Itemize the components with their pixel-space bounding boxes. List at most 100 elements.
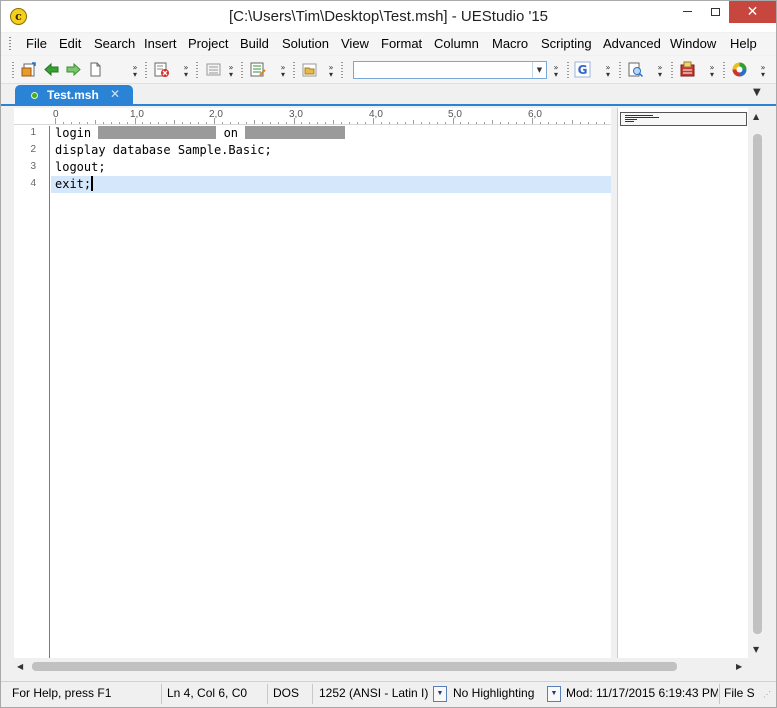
highlighting-dropdown-button[interactable]: ▼: [547, 686, 561, 702]
menu-edit[interactable]: Edit: [59, 36, 81, 51]
toolbar-overflow-9[interactable]: » ▾: [708, 64, 716, 79]
ruler-tick: [142, 122, 144, 124]
list-icon[interactable]: [205, 61, 222, 78]
menu-project[interactable]: Project: [188, 36, 228, 51]
horizontal-scroll-thumb[interactable]: [32, 662, 677, 671]
vertical-scroll-thumb[interactable]: [753, 134, 762, 634]
toolbar-grip-handle-9[interactable]: [671, 62, 673, 78]
code-editor[interactable]: 0 1,0 2,0 3,0 4,0 5,0 6,0 1 2 3 4 login …: [14, 108, 611, 658]
document-search-icon[interactable]: [627, 61, 644, 78]
toolbar-overflow-4[interactable]: » ▾: [279, 64, 287, 79]
toolbar-overflow-2[interactable]: » ▾: [182, 64, 190, 79]
settings-box-icon[interactable]: [679, 61, 696, 78]
ruler-tick: [309, 122, 311, 124]
tab-list-dropdown-icon[interactable]: ▼: [753, 87, 761, 98]
find-combo-dropdown-button[interactable]: ▼: [532, 62, 546, 78]
code-line-3[interactable]: logout;: [55, 159, 106, 176]
menu-window[interactable]: Window: [670, 36, 716, 51]
ruler-tick: [563, 122, 565, 124]
document-map-preview[interactable]: [620, 112, 747, 126]
line-number-gutter[interactable]: 1 2 3 4: [14, 126, 50, 658]
minimize-button[interactable]: [673, 1, 701, 23]
menu-macro[interactable]: Macro: [492, 36, 528, 51]
toolbar-grip-handle-5[interactable]: [293, 62, 295, 78]
toolbar-grip-handle-6[interactable]: [341, 62, 343, 78]
ruler-tick: [70, 122, 72, 124]
encoding-dropdown-button[interactable]: ▼: [433, 686, 447, 702]
scroll-right-icon[interactable]: ▶: [736, 662, 742, 671]
status-modified-date: Mod: 11/17/2015 6:19:43 PM: [566, 686, 718, 700]
menu-solution[interactable]: Solution: [282, 36, 329, 51]
ruler-label: 5,0: [448, 109, 462, 120]
back-arrow-icon[interactable]: [43, 61, 60, 78]
status-highlighting[interactable]: No Highlighting: [453, 686, 545, 700]
menu-format[interactable]: Format: [381, 36, 422, 51]
find-combo-box[interactable]: ▼: [353, 61, 547, 79]
ruler-tick: [595, 122, 597, 124]
main-toolbar: » ▾ » ▾ » ▾ » ▾ » ▾ ▼ » ▾ G » ▾ » ▾ » ▾ …: [1, 56, 776, 84]
toolbar-overflow-8[interactable]: » ▾: [656, 64, 664, 79]
menu-advanced[interactable]: Advanced: [603, 36, 661, 51]
toolbar-grip-handle-7[interactable]: [567, 62, 569, 78]
google-icon[interactable]: G: [574, 61, 591, 78]
menu-help[interactable]: Help: [730, 36, 757, 51]
menu-insert[interactable]: Insert: [144, 36, 177, 51]
ruler-tick: [198, 122, 200, 124]
ruler-tick: [277, 122, 279, 124]
menu-scripting[interactable]: Scripting: [541, 36, 592, 51]
toolbar-overflow-1[interactable]: » ▾: [131, 64, 139, 79]
menu-build[interactable]: Build: [240, 36, 269, 51]
scroll-up-icon[interactable]: ▲: [753, 112, 759, 121]
menu-view[interactable]: View: [341, 36, 369, 51]
scroll-down-icon[interactable]: ▼: [753, 645, 759, 654]
document-map-pane[interactable]: [617, 108, 748, 658]
status-cursor-position[interactable]: Ln 4, Col 6, C0: [167, 686, 265, 700]
maximize-button[interactable]: [701, 1, 729, 23]
toolbar-grip-handle-3[interactable]: [196, 62, 198, 78]
tab-close-icon[interactable]: ✕: [110, 87, 120, 101]
tab-test-msh[interactable]: Test.msh ✕: [15, 85, 133, 106]
toolbar-overflow-3[interactable]: » ▾: [227, 64, 235, 79]
ruler-tick: [126, 122, 128, 124]
close-file-icon[interactable]: [153, 61, 170, 78]
status-help: For Help, press F1: [12, 686, 112, 700]
ruler-tick: [253, 120, 255, 124]
menu-search[interactable]: Search: [94, 36, 135, 51]
ruler-tick: [214, 118, 215, 124]
new-file-icon[interactable]: [87, 61, 104, 78]
open-file-icon[interactable]: [21, 61, 38, 78]
color-wheel-icon[interactable]: [731, 61, 748, 78]
status-encoding[interactable]: 1252 (ANSI - Latin I): [319, 686, 431, 700]
toolbar-grip-handle-10[interactable]: [723, 62, 725, 78]
status-line-ending[interactable]: DOS: [273, 686, 309, 700]
menu-file[interactable]: File: [26, 36, 47, 51]
resize-grip-icon[interactable]: ⋰: [763, 690, 771, 699]
toolbar-grip-handle-2[interactable]: [145, 62, 147, 78]
ruler-tick: [55, 118, 56, 124]
ruler-tick: [110, 122, 112, 124]
toolbar-overflow-10[interactable]: » ▾: [759, 64, 767, 79]
close-button[interactable]: ✕: [729, 1, 776, 23]
code-line-4[interactable]: exit;: [55, 176, 94, 193]
toolbar-grip-handle-4[interactable]: [241, 62, 243, 78]
ruler-tick: [468, 122, 470, 124]
ruler-tick: [476, 122, 478, 124]
code-line-2[interactable]: display database Sample.Basic;: [55, 142, 272, 159]
vertical-scrollbar[interactable]: ▲ ▼: [749, 108, 766, 658]
scroll-left-icon[interactable]: ◀: [17, 662, 23, 671]
ruler-tick: [102, 122, 104, 124]
code-line-1[interactable]: login on: [55, 125, 346, 142]
toolbar-grip-handle-8[interactable]: [619, 62, 621, 78]
forward-arrow-icon[interactable]: [65, 61, 82, 78]
toolbar-overflow-7[interactable]: » ▾: [604, 64, 612, 79]
menu-column[interactable]: Column: [434, 36, 479, 51]
redacted-username: [98, 126, 217, 139]
menu-grip-handle[interactable]: [9, 37, 11, 51]
folder-icon[interactable]: [301, 61, 318, 78]
menu-bar: File Edit Search Insert Project Build So…: [1, 33, 776, 55]
toolbar-overflow-6[interactable]: » ▾: [552, 64, 560, 79]
horizontal-scrollbar[interactable]: ◀ ▶: [14, 658, 749, 675]
edit-list-icon[interactable]: [249, 61, 266, 78]
toolbar-overflow-5[interactable]: » ▾: [327, 64, 335, 79]
toolbar-grip-handle[interactable]: [12, 62, 14, 78]
